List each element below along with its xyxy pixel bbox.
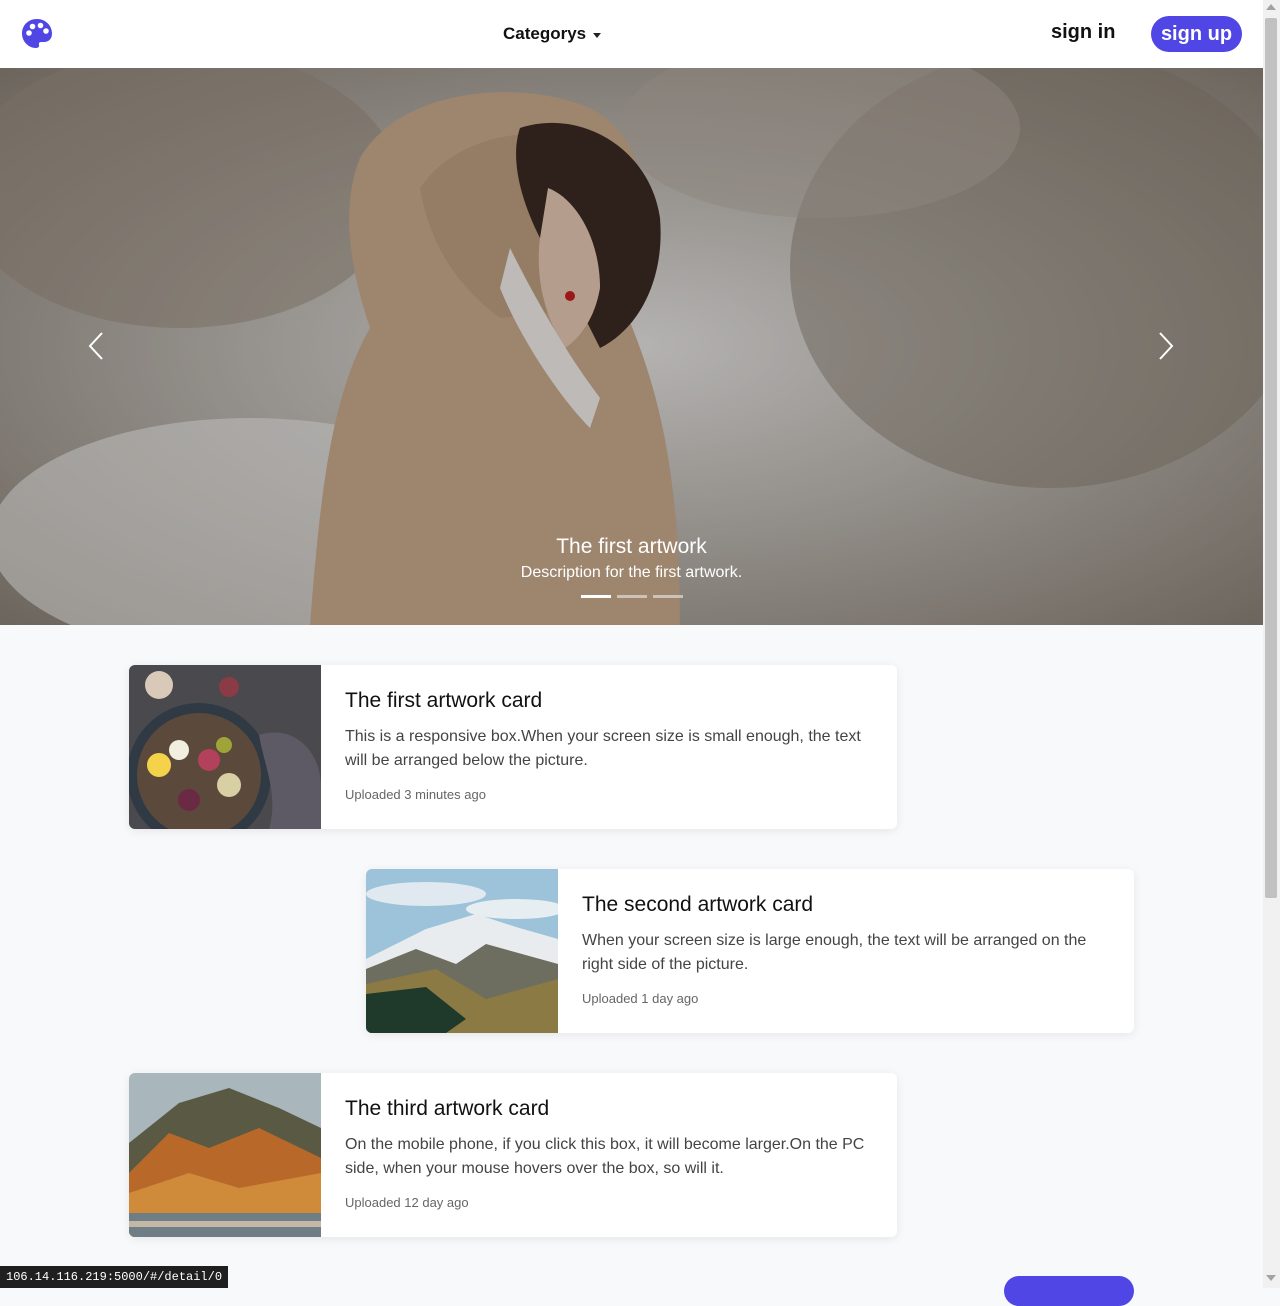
palette-logo-icon[interactable]: [20, 17, 54, 51]
card-body: The first artwork card This is a respons…: [345, 689, 875, 802]
categories-label: Categorys: [503, 24, 587, 43]
artwork-card[interactable]: The second artwork card When your screen…: [366, 869, 1134, 1033]
hero-carousel: The first artwork Description for the fi…: [0, 68, 1263, 625]
carousel-caption-text: Description for the first artwork.: [520, 564, 743, 581]
carousel-indicator-1[interactable]: [581, 595, 611, 598]
card-upload-time: Uploaded 1 day ago: [582, 991, 699, 1006]
sign-up-button[interactable]: sign up: [1151, 16, 1242, 52]
card-thumbnail-food: [129, 665, 321, 829]
carousel-indicator-3[interactable]: [653, 595, 683, 598]
caret-down-icon: [593, 32, 602, 38]
artwork-card[interactable]: The third artwork card On the mobile pho…: [129, 1073, 897, 1237]
carousel-next-button[interactable]: [1146, 326, 1186, 366]
navbar: Categorys sign in sign up: [0, 0, 1263, 69]
card-upload-time: Uploaded 3 minutes ago: [345, 787, 486, 802]
categories-dropdown[interactable]: Categorys: [503, 22, 602, 46]
card-text: When your screen size is large enough, t…: [582, 932, 1087, 973]
sign-in-link[interactable]: sign in: [1051, 21, 1115, 44]
link-preview-status: 106.14.116.219:5000/#/detail/0: [0, 1266, 229, 1288]
card-upload-time: Uploaded 12 day ago: [345, 1195, 469, 1210]
carousel-indicators: [581, 595, 683, 598]
card-title: The first artwork card: [345, 689, 543, 712]
card-thumbnail-autumn: [129, 1073, 321, 1237]
card-thumbnail-mountain: [366, 869, 558, 1033]
card-title: The third artwork card: [345, 1097, 550, 1120]
card-title: The second artwork card: [582, 893, 814, 916]
carousel-prev-button[interactable]: [76, 326, 116, 366]
scroll-up-arrow-icon[interactable]: [1266, 4, 1276, 10]
card-text: On the mobile phone, if you click this b…: [345, 1136, 865, 1177]
carousel-indicator-2[interactable]: [617, 595, 647, 598]
card-text: This is a responsive box.When your scree…: [345, 728, 861, 769]
chevron-right-icon: [1159, 332, 1174, 360]
floating-action-button[interactable]: [1004, 1276, 1134, 1306]
scrollbar-thumb[interactable]: [1265, 18, 1277, 898]
scroll-down-arrow-icon[interactable]: [1266, 1275, 1276, 1281]
artwork-card[interactable]: The first artwork card This is a respons…: [129, 665, 897, 829]
carousel-caption-title: The first artwork: [556, 535, 707, 558]
card-body: The third artwork card On the mobile pho…: [345, 1097, 875, 1210]
chevron-left-icon: [88, 332, 103, 360]
card-body: The second artwork card When your screen…: [582, 893, 1112, 1006]
